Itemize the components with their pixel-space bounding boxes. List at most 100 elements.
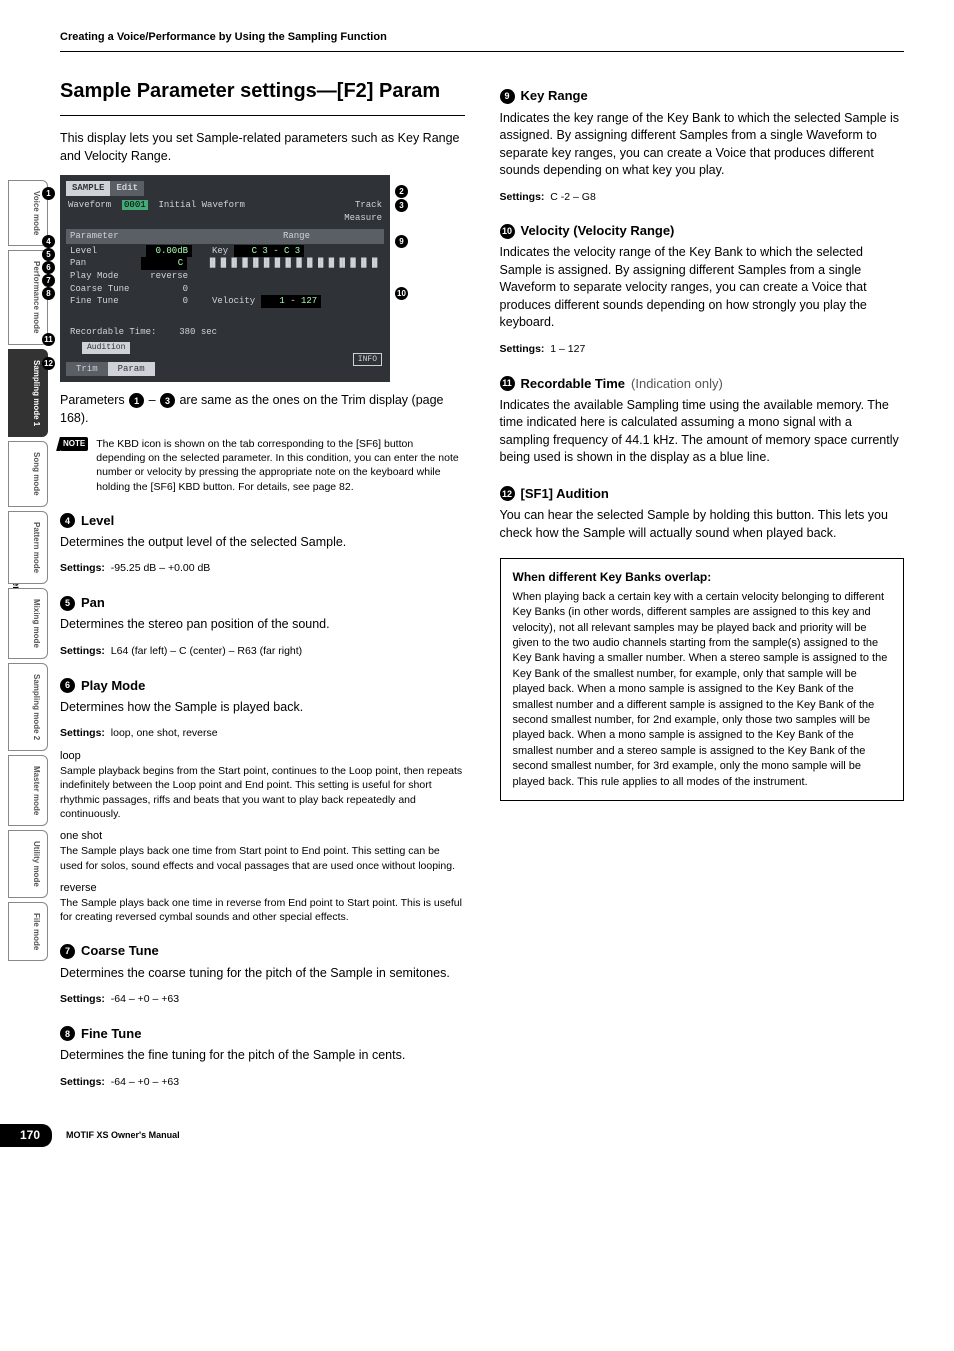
lcd-playmode-value: reverse bbox=[146, 270, 192, 283]
note-text: The KBD icon is shown on the tab corresp… bbox=[96, 437, 464, 494]
param-8-settings: -64 – +0 – +63 bbox=[111, 1076, 179, 1088]
mode-tab-sampling2[interactable]: Sampling mode 2 bbox=[8, 663, 48, 751]
param-12-num: 12 bbox=[500, 486, 515, 501]
callout-4: 4 bbox=[42, 235, 55, 248]
param-5-body: Determines the stereo pan position of th… bbox=[60, 616, 465, 634]
mode-tab-song[interactable]: Song mode bbox=[8, 441, 48, 507]
param-8-title: Fine Tune bbox=[81, 1025, 141, 1043]
note-label: NOTE bbox=[60, 437, 88, 451]
param-6-sub-0-h: loop bbox=[60, 749, 465, 764]
section-title: Sample Parameter settings—[F2] Param bbox=[60, 77, 465, 105]
param-6-sub-2-h: reverse bbox=[60, 881, 465, 896]
param-11-title: Recordable Time bbox=[521, 375, 626, 393]
param-11-note: (Indication only) bbox=[631, 375, 723, 393]
param-9-settings: C -2 – G8 bbox=[550, 191, 596, 203]
lcd-waveform-name: Initial Waveform bbox=[158, 200, 244, 210]
param-5-title: Pan bbox=[81, 594, 105, 612]
lcd-measure-label: Measure bbox=[344, 213, 382, 223]
lcd-velocity-value: 1 - 127 bbox=[261, 295, 321, 308]
param-4-title: Level bbox=[81, 512, 114, 530]
lcd-fine-label: Fine Tune bbox=[70, 295, 140, 308]
lcd-pan-label: Pan bbox=[70, 257, 135, 270]
param-10-title: Velocity (Velocity Range) bbox=[521, 222, 675, 240]
param-5-num: 5 bbox=[60, 596, 75, 611]
mode-side-tabs: Voice mode Performance mode Sampling mod… bbox=[8, 180, 48, 961]
param-9-title: Key Range bbox=[521, 87, 588, 105]
param-6-sub-0-t: Sample playback begins from the Start po… bbox=[60, 764, 465, 821]
mode-tab-pattern[interactable]: Pattern mode bbox=[8, 511, 48, 584]
param-4-body: Determines the output level of the selec… bbox=[60, 534, 465, 552]
lcd-range-header: Range bbox=[283, 230, 310, 243]
param-9-body: Indicates the key range of the Key Bank … bbox=[500, 110, 905, 180]
lcd-coarse-label: Coarse Tune bbox=[70, 283, 140, 296]
lcd-parameter-header: Parameter bbox=[70, 230, 119, 243]
callout-2: 2 bbox=[395, 185, 408, 198]
lcd-key-value: C 3 - C 3 bbox=[234, 245, 304, 258]
param-12-body: You can hear the selected Sample by hold… bbox=[500, 507, 905, 542]
param-9-num: 9 bbox=[500, 89, 515, 104]
info-box-heading: When different Key Banks overlap: bbox=[513, 569, 892, 586]
param-8-body: Determines the fine tuning for the pitch… bbox=[60, 1047, 465, 1065]
key-bank-info-box: When different Key Banks overlap: When p… bbox=[500, 558, 905, 801]
param-7-num: 7 bbox=[60, 944, 75, 959]
param-12-title: [SF1] Audition bbox=[521, 485, 609, 503]
param-10-num: 10 bbox=[500, 224, 515, 239]
lcd-keyboard-graphic: ▐▌▐▌▐▌▐▌▐▌▐▌▐▌▐▌▐▌▐▌▐▌▐▌▐▌▐▌▐▌▐▌ bbox=[207, 257, 380, 270]
lcd-tab-sample: SAMPLE bbox=[66, 181, 110, 196]
mode-tab-mixing[interactable]: Mixing mode bbox=[8, 588, 48, 659]
callout-6: 6 bbox=[42, 261, 55, 274]
page-header: Creating a Voice/Performance by Using th… bbox=[60, 30, 904, 52]
callout-8: 8 bbox=[42, 287, 55, 300]
param-4-settings: -95.25 dB – +0.00 dB bbox=[111, 562, 211, 574]
param-6-title: Play Mode bbox=[81, 677, 145, 695]
mode-tab-file[interactable]: File mode bbox=[8, 902, 48, 961]
lcd-waveform-label: Waveform bbox=[68, 200, 111, 210]
param-6-num: 6 bbox=[60, 678, 75, 693]
callout-10: 10 bbox=[395, 287, 408, 300]
lcd-key-label: Key bbox=[212, 245, 228, 258]
lcd-fine-value: 0 bbox=[146, 295, 192, 308]
lcd-velocity-label: Velocity bbox=[212, 295, 255, 308]
param-6-sub-2-t: The Sample plays back one time in revers… bbox=[60, 896, 465, 924]
param-6-sub-1-t: The Sample plays back one time from Star… bbox=[60, 844, 465, 872]
lcd-pan-value: C bbox=[141, 257, 187, 270]
param-6-body: Determines how the Sample is played back… bbox=[60, 699, 465, 717]
callout-5: 5 bbox=[42, 248, 55, 261]
lcd-rectime-label: Recordable Time: bbox=[70, 326, 156, 339]
callout-9: 9 bbox=[395, 235, 408, 248]
lcd-level-value: 0.00dB bbox=[146, 245, 192, 258]
param-11-body: Indicates the available Sampling time us… bbox=[500, 397, 905, 467]
callout-7: 7 bbox=[42, 274, 55, 287]
param-7-body: Determines the coarse tuning for the pit… bbox=[60, 965, 465, 983]
intro-text: This display lets you set Sample-related… bbox=[60, 130, 465, 165]
param-11-num: 11 bbox=[500, 376, 515, 391]
footer-label: MOTIF XS Owner's Manual bbox=[66, 1129, 180, 1142]
callout-12: 12 bbox=[42, 357, 55, 370]
param-10-settings: 1 – 127 bbox=[550, 343, 585, 355]
lcd-bottom-tab-trim: Trim bbox=[66, 362, 108, 377]
param-7-settings: -64 – +0 – +63 bbox=[111, 993, 179, 1005]
page-number: 170 bbox=[0, 1124, 52, 1147]
param-8-num: 8 bbox=[60, 1026, 75, 1041]
param-7-title: Coarse Tune bbox=[81, 942, 159, 960]
param-10-body: Indicates the velocity range of the Key … bbox=[500, 244, 905, 332]
trim-reference-text: Parameters 1 – 3 are same as the ones on… bbox=[60, 392, 465, 427]
lcd-bottom-tab-param: Param bbox=[108, 362, 155, 377]
lcd-level-label: Level bbox=[70, 245, 140, 258]
lcd-info-button: INFO bbox=[353, 353, 382, 366]
lcd-playmode-label: Play Mode bbox=[70, 270, 140, 283]
lcd-tab-edit: Edit bbox=[110, 181, 144, 196]
param-6-settings: loop, one shot, reverse bbox=[111, 727, 218, 739]
lcd-track-label: Track bbox=[355, 200, 382, 210]
lcd-rectime-value: 380 sec bbox=[179, 326, 217, 339]
callout-11: 11 bbox=[42, 333, 55, 346]
lcd-screenshot: 1 2 3 4 5 6 7 8 9 10 11 12 SAMPLE Edit W… bbox=[60, 175, 390, 382]
mode-tab-master[interactable]: Master mode bbox=[8, 755, 48, 826]
lcd-audition-button: Audition bbox=[82, 342, 130, 353]
param-6-sub-1-h: one shot bbox=[60, 829, 465, 844]
mode-tab-utility[interactable]: Utility mode bbox=[8, 830, 48, 898]
callout-1: 1 bbox=[42, 187, 55, 200]
lcd-waveform-num: 0001 bbox=[122, 200, 148, 210]
param-4-num: 4 bbox=[60, 513, 75, 528]
param-5-settings: L64 (far left) – C (center) – R63 (far r… bbox=[111, 645, 302, 657]
